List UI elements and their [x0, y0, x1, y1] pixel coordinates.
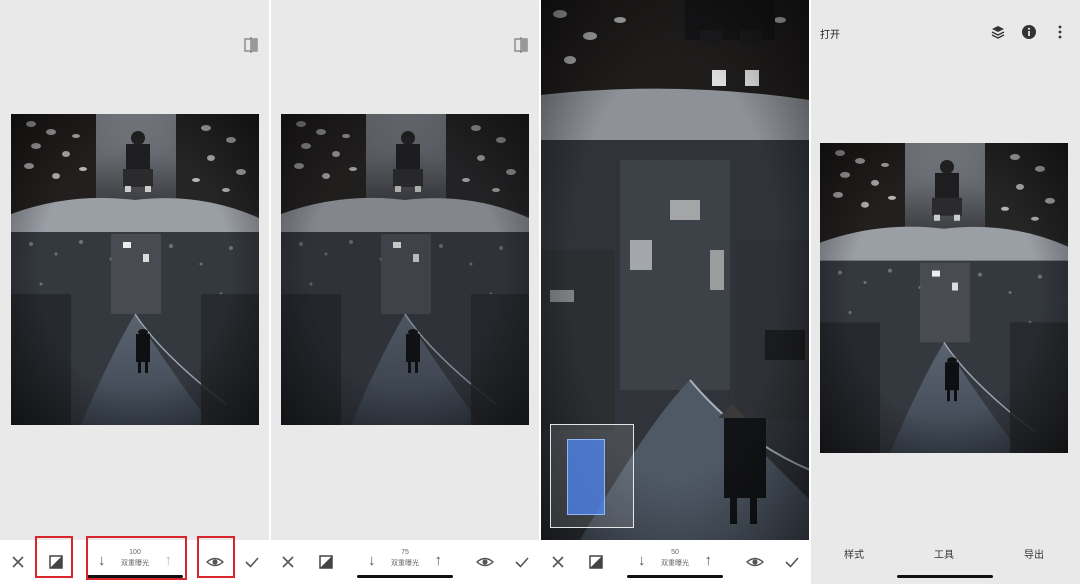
divider: [269, 0, 271, 584]
adjust-toolbar: ↓ 100 双重曝光 ↑: [0, 540, 270, 584]
adjust-toolbar: ↓ 75 双重曝光 ↑: [270, 540, 540, 584]
navigator-thumbnail[interactable]: [550, 424, 634, 528]
layer-blend-icon[interactable]: [586, 552, 606, 572]
eye-icon[interactable]: [205, 552, 225, 572]
home-indicator: [627, 575, 723, 578]
close-icon[interactable]: [8, 552, 28, 572]
top-bar: 打开: [810, 0, 1080, 64]
arrow-up-icon[interactable]: ↑: [165, 552, 173, 570]
tab-export[interactable]: 导出: [1004, 546, 1064, 561]
checkmark-icon[interactable]: [242, 552, 262, 572]
eye-icon[interactable]: [475, 552, 495, 572]
checkmark-icon[interactable]: [512, 552, 532, 572]
layer-blend-icon[interactable]: [316, 552, 336, 572]
photo-preview: [281, 114, 529, 425]
exposure-slider[interactable]: ↓ 75 双重曝光 ↑: [358, 546, 452, 578]
home-indicator: [87, 575, 183, 578]
compare-split-icon[interactable]: [242, 36, 260, 54]
bottom-tabs: 样式 工具 导出: [810, 530, 1080, 584]
open-button[interactable]: 打开: [820, 26, 840, 41]
export-panel: 打开 样式 工具 导出: [810, 0, 1080, 584]
arrow-up-icon[interactable]: ↑: [435, 552, 443, 570]
home-indicator: [357, 575, 453, 578]
editor-panel-3: ↓ 50 双重曝光 ↑: [540, 0, 810, 584]
divider: [539, 0, 541, 584]
editor-panel-2: ↓ 75 双重曝光 ↑: [270, 0, 540, 584]
compare-split-icon[interactable]: [512, 36, 530, 54]
photo-result: [820, 143, 1068, 453]
divider: [809, 0, 811, 584]
exposure-slider[interactable]: ↓ 50 双重曝光 ↑: [628, 546, 722, 578]
photo-preview: [11, 114, 259, 425]
tab-styles[interactable]: 样式: [824, 546, 884, 561]
home-indicator: [897, 575, 993, 578]
info-icon[interactable]: [1021, 24, 1037, 40]
exposure-slider[interactable]: ↓ 100 双重曝光 ↑: [88, 546, 182, 578]
tab-tools[interactable]: 工具: [914, 546, 974, 561]
adjust-toolbar: ↓ 50 双重曝光 ↑: [540, 540, 810, 584]
checkmark-icon[interactable]: [782, 552, 802, 572]
editor-panel-1: ↓ 100 双重曝光 ↑: [0, 0, 270, 584]
eye-icon[interactable]: [745, 552, 765, 572]
arrow-up-icon[interactable]: ↑: [705, 552, 713, 570]
more-vertical-icon[interactable]: [1052, 24, 1068, 40]
layer-blend-icon[interactable]: [46, 552, 66, 572]
navigator-viewport[interactable]: [567, 439, 605, 515]
close-icon[interactable]: [278, 552, 298, 572]
layers-stack-icon[interactable]: [990, 24, 1006, 40]
close-icon[interactable]: [548, 552, 568, 572]
